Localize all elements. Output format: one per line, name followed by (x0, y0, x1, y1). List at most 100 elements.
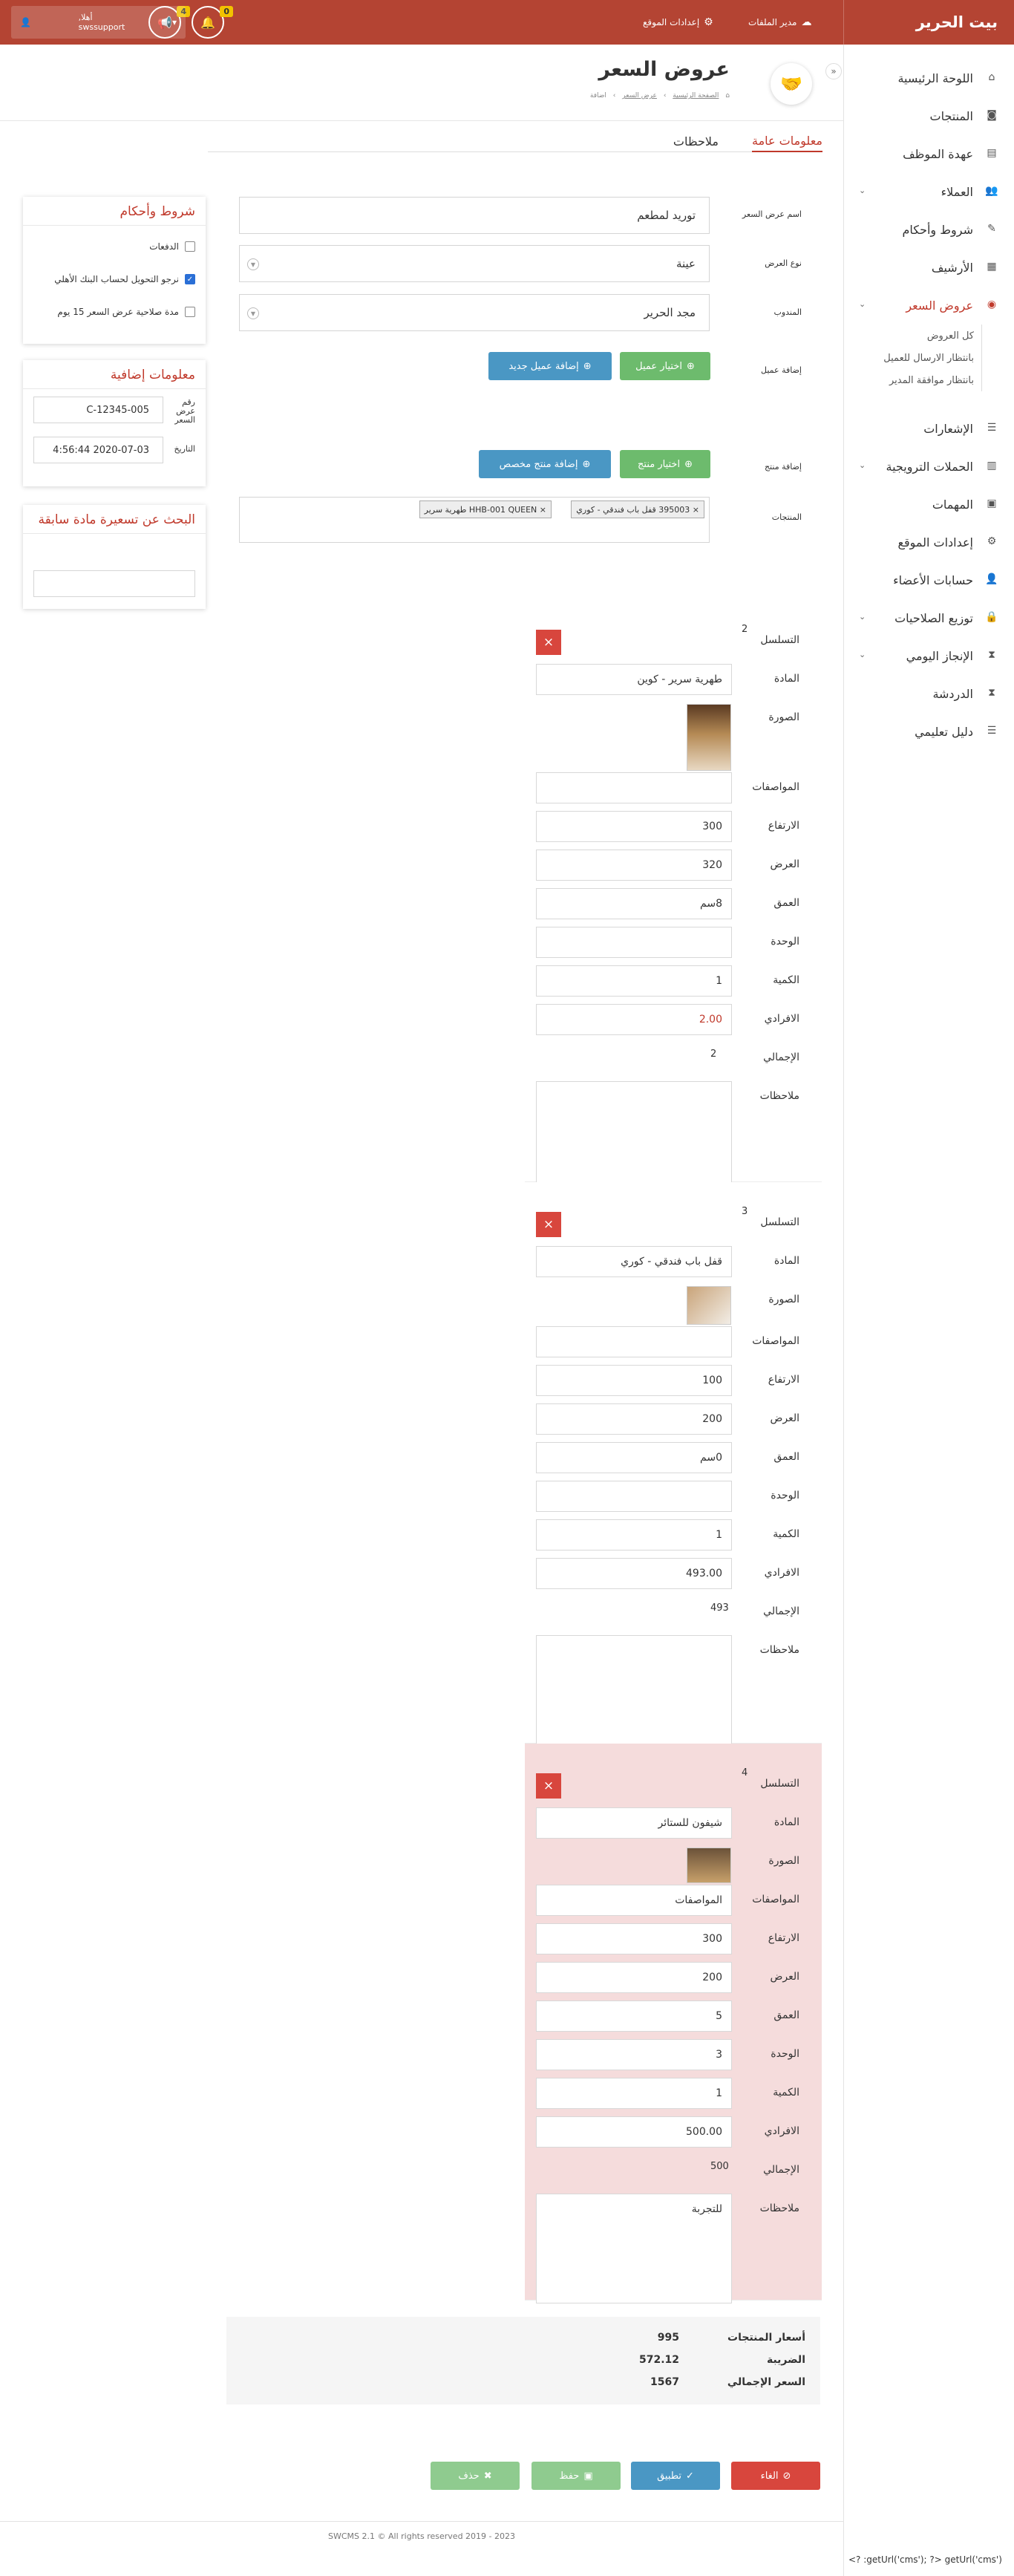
collapse-sidebar-button[interactable]: « (825, 63, 842, 79)
seq-value: 3 (742, 1206, 748, 1217)
search-input[interactable] (33, 570, 195, 597)
tab-general-info[interactable]: معلومات عامة (751, 130, 822, 152)
field-label: المادة (773, 1816, 799, 1828)
totals-grand-row: السعر الإجمالي 1567 (538, 2376, 805, 2396)
product-tag[interactable]: × HHB-001 QUEEN طهرية سرير (419, 500, 552, 518)
save-button[interactable]: ▣ حفظ (531, 2462, 621, 2490)
product-tag[interactable]: × 395003 قفل باب فندقي - كوري (571, 500, 704, 518)
field-label: المواصفات (752, 1335, 799, 1347)
qty-input[interactable]: 1 (536, 2078, 732, 2109)
notes-input[interactable] (536, 1081, 732, 1191)
new-client-button[interactable]: ⊕ إضافة عميل جديد (488, 352, 612, 380)
height-input[interactable]: 100 (536, 1365, 732, 1396)
item-input[interactable]: شيفون للستائر (536, 1807, 732, 1839)
item-row-image: الصورة (525, 698, 822, 771)
sidebar-item[interactable]: ⧗ الدردشة (844, 675, 1014, 713)
remove-item-button[interactable]: × (536, 630, 561, 655)
height-input[interactable]: 300 (536, 811, 732, 842)
checkbox[interactable] (185, 307, 195, 317)
specs-input[interactable] (536, 772, 732, 803)
sidebar-item[interactable]: ⚙ إعدادات الموقع (844, 524, 1014, 561)
remove-item-button[interactable]: × (536, 1212, 561, 1237)
item-card: التسلسل 4 × المادة شيفون للستائر الصورة المواص… (525, 1744, 822, 2303)
sidebar-item[interactable]: ◉ عروض السعر ⌄ (844, 287, 1014, 325)
terms-checkbox-row[interactable]: مدة صلاحية عرض السعر 15 يوم (23, 296, 206, 328)
item-row-seq: التسلسل 2 × (525, 621, 822, 659)
terms-checkbox-row[interactable]: نرجو التحويل لحساب البنك الأهلي ✓ (23, 263, 206, 296)
field-label: العرض (770, 1971, 799, 1983)
product-image (687, 704, 731, 771)
tab-notes[interactable]: ملاحظات (673, 130, 719, 152)
price-input[interactable]: 493.00 (536, 1558, 732, 1589)
notifications-button[interactable]: 🔔 0 (192, 6, 233, 39)
date-input[interactable]: 2020-07-03 4:56:44 (33, 437, 163, 463)
width-input[interactable]: 200 (536, 1962, 732, 1993)
depth-input[interactable]: 0سم (536, 1442, 732, 1473)
choose-client-button[interactable]: ⊕ اختيار عميل (620, 352, 710, 380)
sidebar: ⌂ اللوحة الرئيسية ◙ المنتجات ▤ عهدة الموظف 👥 ال… (843, 45, 1014, 2576)
depth-input[interactable]: 8سم (536, 888, 732, 919)
sidebar-item[interactable]: ☰ دليل تعليمي (844, 713, 1014, 751)
sidebar-item[interactable]: 👤 حسابات الأعضاء (844, 561, 1014, 599)
qty-input[interactable]: 1 (536, 965, 732, 997)
plus-circle-icon: ⊕ (583, 360, 592, 372)
products-multiselect[interactable]: × 395003 قفل باب فندقي - كوري × HHB-001 … (239, 497, 710, 543)
notes-input[interactable]: للتجربة (536, 2194, 732, 2303)
brand-title[interactable]: بيت الحرير (843, 0, 1014, 45)
sidebar-subitem[interactable]: كل العروض (844, 325, 982, 347)
sidebar-item[interactable]: ▥ الحملات الترويجية ⌄ (844, 448, 1014, 486)
rep-select[interactable]: مجد الحرير ▼ (239, 294, 710, 331)
checkbox-checked[interactable]: ✓ (185, 274, 195, 284)
user-menu[interactable]: ▾ أهلا, swssupport 👤 (11, 6, 186, 39)
qty-input[interactable]: 1 (536, 1519, 732, 1551)
sidebar-item[interactable]: ⌂ اللوحة الرئيسية (844, 59, 1014, 97)
item-row-notes: ملاحظات (525, 1631, 822, 1745)
unit-input[interactable]: 3 (536, 2039, 732, 2070)
custom-product-button[interactable]: ⊕ إضافة منتج مخصص (479, 450, 611, 478)
sidebar-item[interactable]: ⧗ الإنجاز اليومي ⌄ (844, 637, 1014, 675)
item-row-price: الافرادي 500.00 (525, 2112, 822, 2151)
apply-button[interactable]: ✓ تطبيق (631, 2462, 720, 2490)
choose-product-button[interactable]: ⊕ اختيار منتج (620, 450, 710, 478)
price-input[interactable]: 2.00 (536, 1004, 732, 1035)
sidebar-subitem[interactable]: بانتظار موافقة المدير (844, 369, 982, 391)
field-label: المواصفات (752, 781, 799, 793)
breadcrumb-home[interactable]: الصفحة الرئيسية (673, 92, 719, 100)
notes-input[interactable] (536, 1635, 732, 1745)
item-row-qty: الكمية 1 (525, 1515, 822, 1553)
sidebar-item[interactable]: ▦ الأرشيف (844, 249, 1014, 287)
unit-input[interactable] (536, 927, 732, 958)
width-input[interactable]: 320 (536, 850, 732, 881)
item-input[interactable]: طهرية سرير - كوين (536, 664, 732, 695)
sidebar-item[interactable]: ✎ شروط وأحكام (844, 211, 1014, 249)
cancel-button[interactable]: ⊘ الغاء (731, 2462, 820, 2490)
sidebar-item[interactable]: ☰ الإشعارات (844, 410, 1014, 448)
quote-no-input[interactable]: C-12345-005 (33, 397, 163, 423)
field-label: الافرادي (764, 1013, 799, 1025)
sidebar-item[interactable]: ▤ عهدة الموظف (844, 135, 1014, 173)
checkbox[interactable] (185, 241, 195, 252)
unit-input[interactable] (536, 1481, 732, 1512)
sidebar-item[interactable]: 👥 العملاء ⌄ (844, 173, 1014, 211)
depth-input[interactable]: 5 (536, 2001, 732, 2032)
specs-input[interactable] (536, 1326, 732, 1357)
width-input[interactable]: 200 (536, 1403, 732, 1435)
quote-type-select[interactable]: عينة ▼ (239, 245, 710, 282)
terms-checkbox-row[interactable]: الدفعات (23, 230, 206, 263)
height-input[interactable]: 300 (536, 1923, 732, 1954)
specs-input[interactable]: المواصفات (536, 1885, 732, 1916)
sidebar-subitem[interactable]: بانتظار الارسال للعميل (844, 347, 982, 369)
delete-button[interactable]: ✖ حذف (431, 2462, 520, 2490)
site-settings-link[interactable]: ⚙ إعدادات الموقع (643, 0, 713, 45)
sidebar-item-label: إعدادات الموقع (897, 535, 973, 550)
breadcrumb-quote[interactable]: عرض السعر (622, 92, 657, 100)
item-input[interactable]: قفل باب فندقي - كوري (536, 1246, 732, 1277)
sidebar-item[interactable]: ▣ المهمات (844, 486, 1014, 524)
file-manager-link[interactable]: ☁ مدير الملفات (748, 0, 811, 45)
quote-name-input[interactable]: توريد لمطعم (239, 197, 710, 234)
field-label: الكمية (773, 974, 799, 986)
price-input[interactable]: 500.00 (536, 2116, 732, 2148)
sidebar-item[interactable]: ◙ المنتجات (844, 97, 1014, 135)
remove-item-button[interactable]: × (536, 1773, 561, 1799)
sidebar-item[interactable]: 🔒 توزيع الصلاحيات ⌄ (844, 599, 1014, 637)
